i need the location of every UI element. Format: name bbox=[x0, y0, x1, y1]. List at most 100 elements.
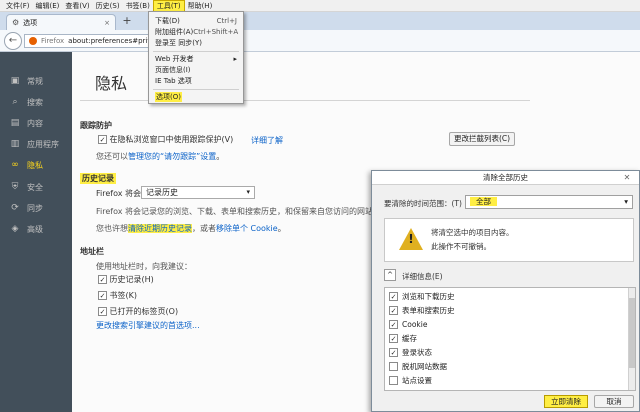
content-icon: ▤ bbox=[10, 118, 20, 128]
tools-menu-addons[interactable]: 附加组件(A) Ctrl+Shift+A bbox=[155, 27, 239, 37]
tracking-checkbox[interactable]: ✓ bbox=[98, 135, 107, 144]
sidebar-item-label: 隐私 bbox=[27, 160, 43, 170]
details-list: ✓ 浏览和下载历史 ✓ 表单和搜索历史 ✓ Cookie ✓ 缓存 ✓ 登录状态… bbox=[384, 287, 636, 391]
tab-options[interactable]: ⚙ 选项 × bbox=[6, 14, 116, 30]
menu-separator bbox=[153, 89, 239, 90]
menu-help[interactable]: 帮助(H) bbox=[185, 0, 216, 12]
list-item-label: 缓存 bbox=[402, 334, 417, 343]
menu-item-label: 选项(O) bbox=[155, 92, 182, 102]
search-suggestions-pref-link[interactable]: 更改搜索引擎建议的首选项... bbox=[96, 320, 200, 331]
tools-menu-sync-login[interactable]: 登录至 同步(Y) bbox=[155, 38, 237, 48]
tools-menu: 下载(D) Ctrl+J 附加组件(A) Ctrl+Shift+A 登录至 同步… bbox=[148, 11, 244, 104]
list-item[interactable]: ✓ 表单和搜索历史 bbox=[389, 304, 455, 317]
menu-tools[interactable]: 工具(T) bbox=[152, 0, 185, 12]
list-item[interactable]: 脱机网站数据 bbox=[389, 360, 447, 373]
warning-exclamation: ! bbox=[408, 232, 414, 246]
list-item-checkbox[interactable]: ✓ bbox=[389, 320, 398, 329]
change-block-list-button[interactable]: 更改拦截列表(C) bbox=[449, 132, 515, 146]
suggest-bookmarks-checkbox[interactable]: ✓ bbox=[98, 291, 107, 300]
warning-line-1: 将清空选中的项目内容。 bbox=[431, 228, 514, 237]
sidebar-item-security[interactable]: ⛨ 安全 bbox=[0, 178, 72, 196]
learn-more-link[interactable]: 详细了解 bbox=[251, 135, 283, 146]
menu-bookmarks[interactable]: 书签(B) bbox=[123, 0, 153, 12]
list-item-checkbox[interactable]: ✓ bbox=[389, 292, 398, 301]
urlbar-intro: 使用地址栏时，向我建议： bbox=[96, 262, 192, 271]
menu-view[interactable]: 查看(V) bbox=[62, 0, 92, 12]
sidebar-item-label: 应用程序 bbox=[27, 139, 59, 149]
dnt-settings-link[interactable]: 管理您的“请勿跟踪”设置 bbox=[128, 152, 216, 161]
applications-icon: ▥ bbox=[10, 139, 20, 149]
menu-item-label: IE Tab 选项 bbox=[155, 77, 192, 85]
new-tab-button[interactable]: + bbox=[120, 14, 134, 28]
tools-menu-web-developer[interactable]: Web 开发者 ▸ bbox=[155, 54, 237, 64]
tools-menu-downloads[interactable]: 下载(D) Ctrl+J bbox=[155, 16, 237, 26]
time-range-label: 要清除的时间范围：(T) bbox=[384, 199, 462, 208]
suggest-bookmarks-row[interactable]: ✓ 书签(K) bbox=[98, 290, 137, 301]
details-toggle-button[interactable]: ^ bbox=[384, 269, 396, 281]
suggest-open-tabs-row[interactable]: ✓ 已打开的标签页(O) bbox=[98, 306, 178, 317]
sidebar-item-label: 高级 bbox=[27, 224, 43, 234]
menu-item-label: 附加组件(A) bbox=[155, 28, 194, 36]
sidebar-item-privacy[interactable]: ∞ 隐私 bbox=[0, 156, 72, 174]
list-item[interactable]: ✓ 登录状态 bbox=[389, 346, 432, 359]
menu-item-shortcut: Ctrl+J bbox=[216, 17, 237, 25]
sidebar-item-sync[interactable]: ⟳ 同步 bbox=[0, 199, 72, 217]
list-item-checkbox[interactable]: ✓ bbox=[389, 306, 398, 315]
menu-edit[interactable]: 编辑(E) bbox=[33, 0, 63, 12]
back-button[interactable]: ← bbox=[4, 32, 22, 50]
list-scrollbar-thumb[interactable] bbox=[629, 298, 635, 368]
menu-item-label: Web 开发者 bbox=[155, 55, 194, 63]
preferences-sidebar: ▣ 常规 ⌕ 搜索 ▤ 内容 ▥ 应用程序 ∞ 隐私 ⛨ 安全 ⟳ 同步 ◈ 高… bbox=[0, 52, 72, 412]
dnt-prefix: 您还可以 bbox=[96, 152, 128, 161]
chevron-down-icon: ▾ bbox=[624, 197, 628, 206]
remove-cookies-link[interactable]: 移除单个 Cookie bbox=[216, 224, 278, 233]
list-item[interactable]: ✓ 浏览和下载历史 bbox=[389, 290, 455, 303]
suggest-history-checkbox[interactable]: ✓ bbox=[98, 275, 107, 284]
close-icon[interactable]: ✕ bbox=[620, 173, 634, 183]
tools-menu-page-info[interactable]: 页面信息(I) bbox=[155, 65, 237, 75]
history-heading: 历史记录 bbox=[80, 173, 116, 184]
time-range-select[interactable]: 全部 ▾ bbox=[465, 195, 633, 209]
clear-history-dialog: 清除全部历史 ✕ 要清除的时间范围：(T) 全部 ▾ ! 将清空选中的项目内容。… bbox=[371, 170, 640, 412]
page-title: 隐私 bbox=[95, 74, 128, 93]
suggest-bookmarks-label: 书签(K) bbox=[109, 291, 138, 300]
sidebar-item-general[interactable]: ▣ 常规 bbox=[0, 72, 72, 90]
dnt-line: 您还可以管理您的“请勿跟踪”设置。 bbox=[96, 151, 224, 162]
history-mode-value: 记录历史 bbox=[146, 188, 178, 197]
sidebar-item-search[interactable]: ⌕ 搜索 bbox=[0, 93, 72, 111]
sidebar-item-applications[interactable]: ▥ 应用程序 bbox=[0, 135, 72, 153]
sidebar-item-label: 安全 bbox=[27, 182, 43, 192]
clear-now-button[interactable]: 立即清除 bbox=[544, 395, 588, 408]
details-label: 详细信息(E) bbox=[402, 272, 443, 281]
menu-item-shortcut: Ctrl+Shift+A bbox=[193, 28, 239, 36]
list-item[interactable]: ✓ Cookie bbox=[389, 318, 427, 331]
clear-mid: ，或者 bbox=[192, 224, 216, 233]
list-item-checkbox[interactable] bbox=[389, 376, 398, 385]
suggest-open-tabs-checkbox[interactable]: ✓ bbox=[98, 307, 107, 316]
list-item-checkbox[interactable] bbox=[389, 362, 398, 371]
menu-item-label: 下载(D) bbox=[155, 17, 180, 25]
general-icon: ▣ bbox=[10, 76, 20, 86]
list-item-checkbox[interactable]: ✓ bbox=[389, 348, 398, 357]
sidebar-item-label: 内容 bbox=[27, 118, 43, 128]
list-item-checkbox[interactable]: ✓ bbox=[389, 334, 398, 343]
clear-recent-history-link[interactable]: 清除近期历史记录 bbox=[128, 224, 192, 233]
list-item-label: Cookie bbox=[402, 320, 428, 329]
tools-menu-options[interactable]: 选项(O) bbox=[155, 92, 237, 102]
menu-file[interactable]: 文件(F) bbox=[3, 0, 33, 12]
url-brand: Firefox bbox=[41, 37, 65, 45]
tab-close-icon[interactable]: × bbox=[104, 19, 115, 27]
history-mode-select[interactable]: 记录历史 ▾ bbox=[141, 186, 255, 199]
tracking-checkbox-row[interactable]: ✓ 在隐私浏览窗口中使用跟踪保护(V) bbox=[98, 134, 233, 145]
tab-title: 选项 bbox=[23, 18, 38, 27]
menu-history[interactable]: 历史(S) bbox=[93, 0, 123, 12]
sidebar-item-content[interactable]: ▤ 内容 bbox=[0, 114, 72, 132]
cancel-button[interactable]: 取消 bbox=[594, 395, 634, 408]
tools-menu-ie-tab-options[interactable]: IE Tab 选项 bbox=[155, 76, 237, 86]
tracking-checkbox-label: 在隐私浏览窗口中使用跟踪保护(V) bbox=[109, 135, 234, 144]
list-item[interactable]: ✓ 缓存 bbox=[389, 332, 417, 345]
sidebar-item-advanced[interactable]: ◈ 高级 bbox=[0, 220, 72, 238]
list-item-label: 登录状态 bbox=[402, 348, 432, 357]
suggest-history-row[interactable]: ✓ 历史记录(H) bbox=[98, 274, 154, 285]
list-item[interactable]: 站点设置 bbox=[389, 374, 432, 387]
